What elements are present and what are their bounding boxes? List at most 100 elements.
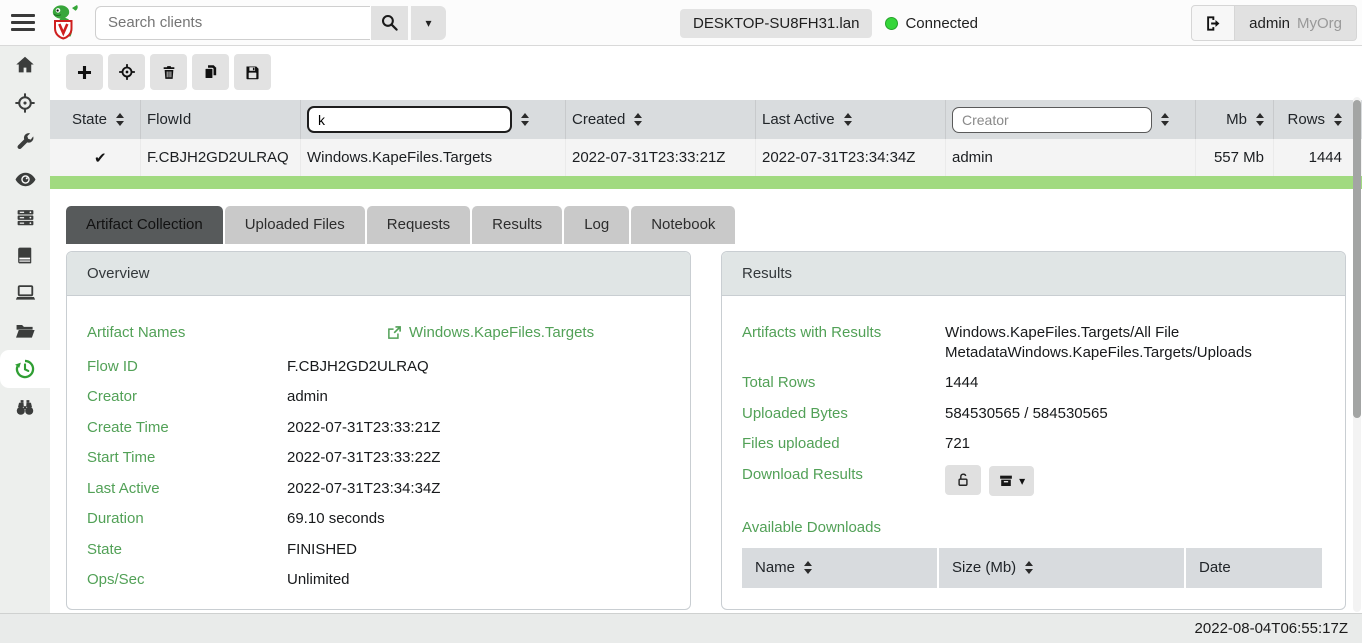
overview-value: 2022-07-31T23:33:21Z [287,418,440,438]
unlock-download-button[interactable] [945,465,981,495]
flow-finished-check-icon: ✔ [94,149,107,167]
overview-label: Flow ID [87,357,287,377]
downloads-table-header: Name Size (Mb) Date [742,548,1325,588]
tab-artifact-collection[interactable]: Artifact Collection [66,206,223,244]
downloads-col-size[interactable]: Size (Mb) [939,548,1184,588]
artifact-filter-input[interactable] [307,106,512,133]
top-navbar: ▾ DESKTOP-SU8FH31.lan Connected admin My… [0,0,1362,46]
sort-icon[interactable] [634,113,642,126]
new-collection-button[interactable] [66,54,103,90]
save-collection-button[interactable] [234,54,271,90]
connection-status-label: Connected [905,15,978,32]
sort-icon[interactable] [116,113,124,126]
connected-dot-icon [885,17,898,30]
overview-label: Ops/Sec [87,570,287,590]
history-icon [14,358,36,380]
save-icon [244,64,261,81]
tab-requests[interactable]: Requests [367,206,470,244]
flow-table-row[interactable]: ✔ F.CBJH2GD2ULRAQ Windows.KapeFiles.Targ… [50,139,1362,176]
main-content: State FlowId Created Last Active [50,46,1362,613]
flow-last-active-value: 2022-07-31T23:34:34Z [762,149,915,166]
sidebar-item-artifacts[interactable] [0,122,50,160]
sidebar-item-clients[interactable] [0,274,50,312]
tab-notebook[interactable]: Notebook [631,206,735,244]
external-link-icon [387,325,402,340]
search-button[interactable] [370,6,408,40]
magnifier-icon [380,13,399,32]
sort-icon[interactable] [804,561,812,574]
downloads-col-size-label: Size (Mb) [952,559,1016,576]
folder-open-icon [14,320,36,342]
copy-flow-button[interactable] [192,54,229,90]
available-downloads-label: Available Downloads [742,519,1325,536]
sort-icon[interactable] [1334,113,1342,126]
flow-toolbar [50,46,1362,90]
crosshair-icon [14,92,36,114]
client-search-group: ▾ [95,6,446,40]
hamburger-menu-icon[interactable] [11,14,35,31]
downloads-col-name[interactable]: Name [742,548,937,588]
results-value: Windows.KapeFiles.Targets/All File Metad… [945,323,1322,362]
prepare-download-button[interactable]: ▾ [989,466,1034,496]
tab-log[interactable]: Log [564,206,629,244]
chevron-down-icon: ▾ [1019,474,1025,488]
sidebar-item-home[interactable] [0,46,50,84]
logout-button[interactable] [1191,5,1235,41]
overview-value: FINISHED [287,540,357,560]
overview-label: Create Time [87,418,287,438]
downloads-col-date[interactable]: Date [1186,548,1322,588]
add-to-hunt-button[interactable] [108,54,145,90]
sidebar-item-search[interactable] [0,388,50,426]
results-value: 584530565 / 584530565 [945,404,1108,424]
unlock-icon [955,471,972,489]
flow-detail-tabs: Artifact Collection Uploaded Files Reque… [66,206,1362,244]
overview-value: Unlimited [287,570,350,590]
search-options-dropdown-button[interactable]: ▾ [410,6,446,40]
download-results-label: Download Results [742,465,945,496]
crosshair-icon [118,63,136,81]
address-book-icon [15,245,35,266]
flow-creator-value: admin [952,149,993,166]
sort-icon[interactable] [844,113,852,126]
host-status-area: DESKTOP-SU8FH31.lan Connected [680,0,978,46]
results-label: Total Rows [742,373,945,393]
sort-icon[interactable] [1256,113,1264,126]
wrench-icon [15,131,36,152]
copy-icon [202,63,219,81]
home-icon [14,54,36,76]
col-last-active-label: Last Active [762,111,835,128]
hostname-badge[interactable]: DESKTOP-SU8FH31.lan [680,9,872,38]
col-mb-label: Mb [1226,111,1247,128]
sidebar-item-hunts[interactable] [0,84,50,122]
sign-out-icon [1204,14,1223,33]
chevron-down-icon: ▾ [425,16,431,30]
overview-value: 69.10 seconds [287,509,385,529]
flows-table-header: State FlowId Created Last Active [50,100,1362,139]
search-clients-input[interactable] [95,6,370,40]
user-menu[interactable]: admin MyOrg [1235,5,1357,41]
delete-flow-button[interactable] [150,54,187,90]
sort-icon[interactable] [521,113,529,126]
sidebar-item-server-artifacts[interactable] [0,198,50,236]
laptop-icon [14,282,37,304]
col-rows-label: Rows [1287,111,1325,128]
creator-filter-input[interactable] [952,107,1152,133]
overview-value: F.CBJH2GD2ULRAQ [287,357,429,377]
binoculars-icon [14,397,36,418]
sidebar-item-collected-flows[interactable] [0,350,50,388]
sidebar-item-events[interactable] [0,160,50,198]
overview-panel: Overview Artifact Names Windows.KapeFile… [66,251,691,610]
scrollbar-thumb[interactable] [1353,100,1361,418]
tab-uploaded-files[interactable]: Uploaded Files [225,206,365,244]
tab-results[interactable]: Results [472,206,562,244]
sort-icon[interactable] [1161,113,1169,126]
archive-icon [998,473,1014,489]
overview-value: 2022-07-31T23:34:34Z [287,479,440,499]
flow-artifact-value: Windows.KapeFiles.Targets [307,149,492,166]
artifact-name-link[interactable]: Windows.KapeFiles.Targets [387,323,594,343]
sidebar-item-vfs[interactable] [0,312,50,350]
velociraptor-logo [48,4,82,42]
sidebar-item-notebooks[interactable] [0,236,50,274]
overview-label: Start Time [87,448,287,468]
sort-icon[interactable] [1025,561,1033,574]
